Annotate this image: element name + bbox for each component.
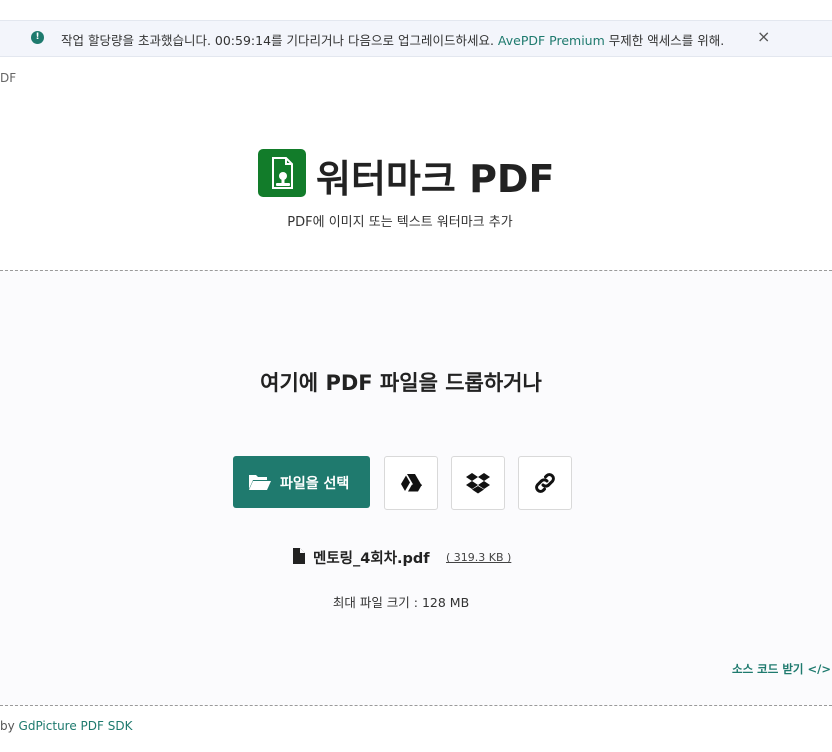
url-link-button[interactable]	[518, 456, 572, 510]
info-icon: !	[31, 31, 44, 44]
file-drop-zone[interactable]: 여기에 PDF 파일을 드롭하거나 파일을 선택 멘토링_4회차.pdf (3…	[0, 270, 832, 706]
choose-file-label: 파일을 선택	[280, 476, 350, 492]
notice-message: 작업 할당량을 초과했습니다. 00:59:14를 기다리거나 다음으로 업그레…	[61, 33, 494, 48]
file-name: 멘토링_4회차.pdf	[313, 551, 430, 567]
max-file-size: 최대 파일 크기 : 128 MB	[332, 595, 470, 610]
page-subtitle: PDF에 이미지 또는 텍스트 워터마크 추가	[287, 215, 513, 230]
get-source-code-link[interactable]: 소스 코드 받기 </>	[732, 661, 831, 677]
file-icon	[293, 548, 305, 564]
footer-prefix: by	[0, 719, 19, 733]
dropbox-icon	[466, 473, 490, 494]
close-icon[interactable]: ×	[757, 27, 770, 46]
google-drive-icon	[401, 474, 422, 492]
link-icon	[535, 473, 555, 493]
watermark-pdf-logo-icon	[258, 149, 306, 197]
drop-heading-text: 여기에	[260, 371, 326, 395]
file-size[interactable]: ( 319.3 KB )	[446, 551, 511, 564]
choose-file-button[interactable]: 파일을 선택	[233, 456, 370, 508]
footer-credit: by GdPicture PDF SDK	[0, 719, 132, 733]
drop-heading-bold: PDF	[325, 371, 373, 395]
drop-heading-text-tail: 파일을 드롭하거나	[372, 371, 542, 395]
drop-heading: 여기에 PDF 파일을 드롭하거나	[0, 367, 802, 397]
page-title: 워터마크 PDF	[316, 157, 555, 201]
premium-link[interactable]: AvePDF Premium	[498, 33, 605, 48]
quota-notice-text: 작업 할당량을 초과했습니다. 00:59:14를 기다리거나 다음으로 업그레…	[61, 30, 724, 49]
notice-message-tail: 무제한 액세스를 위해.	[608, 33, 725, 48]
google-drive-button[interactable]	[384, 456, 438, 510]
breadcrumb: DF	[0, 71, 17, 85]
folder-open-icon	[249, 475, 271, 490]
gdpicture-link[interactable]: GdPicture PDF SDK	[19, 719, 133, 733]
dropbox-button[interactable]	[451, 456, 505, 510]
quota-notice-bar: ! 작업 할당량을 초과했습니다. 00:59:14를 기다리거나 다음으로 업…	[0, 20, 832, 57]
